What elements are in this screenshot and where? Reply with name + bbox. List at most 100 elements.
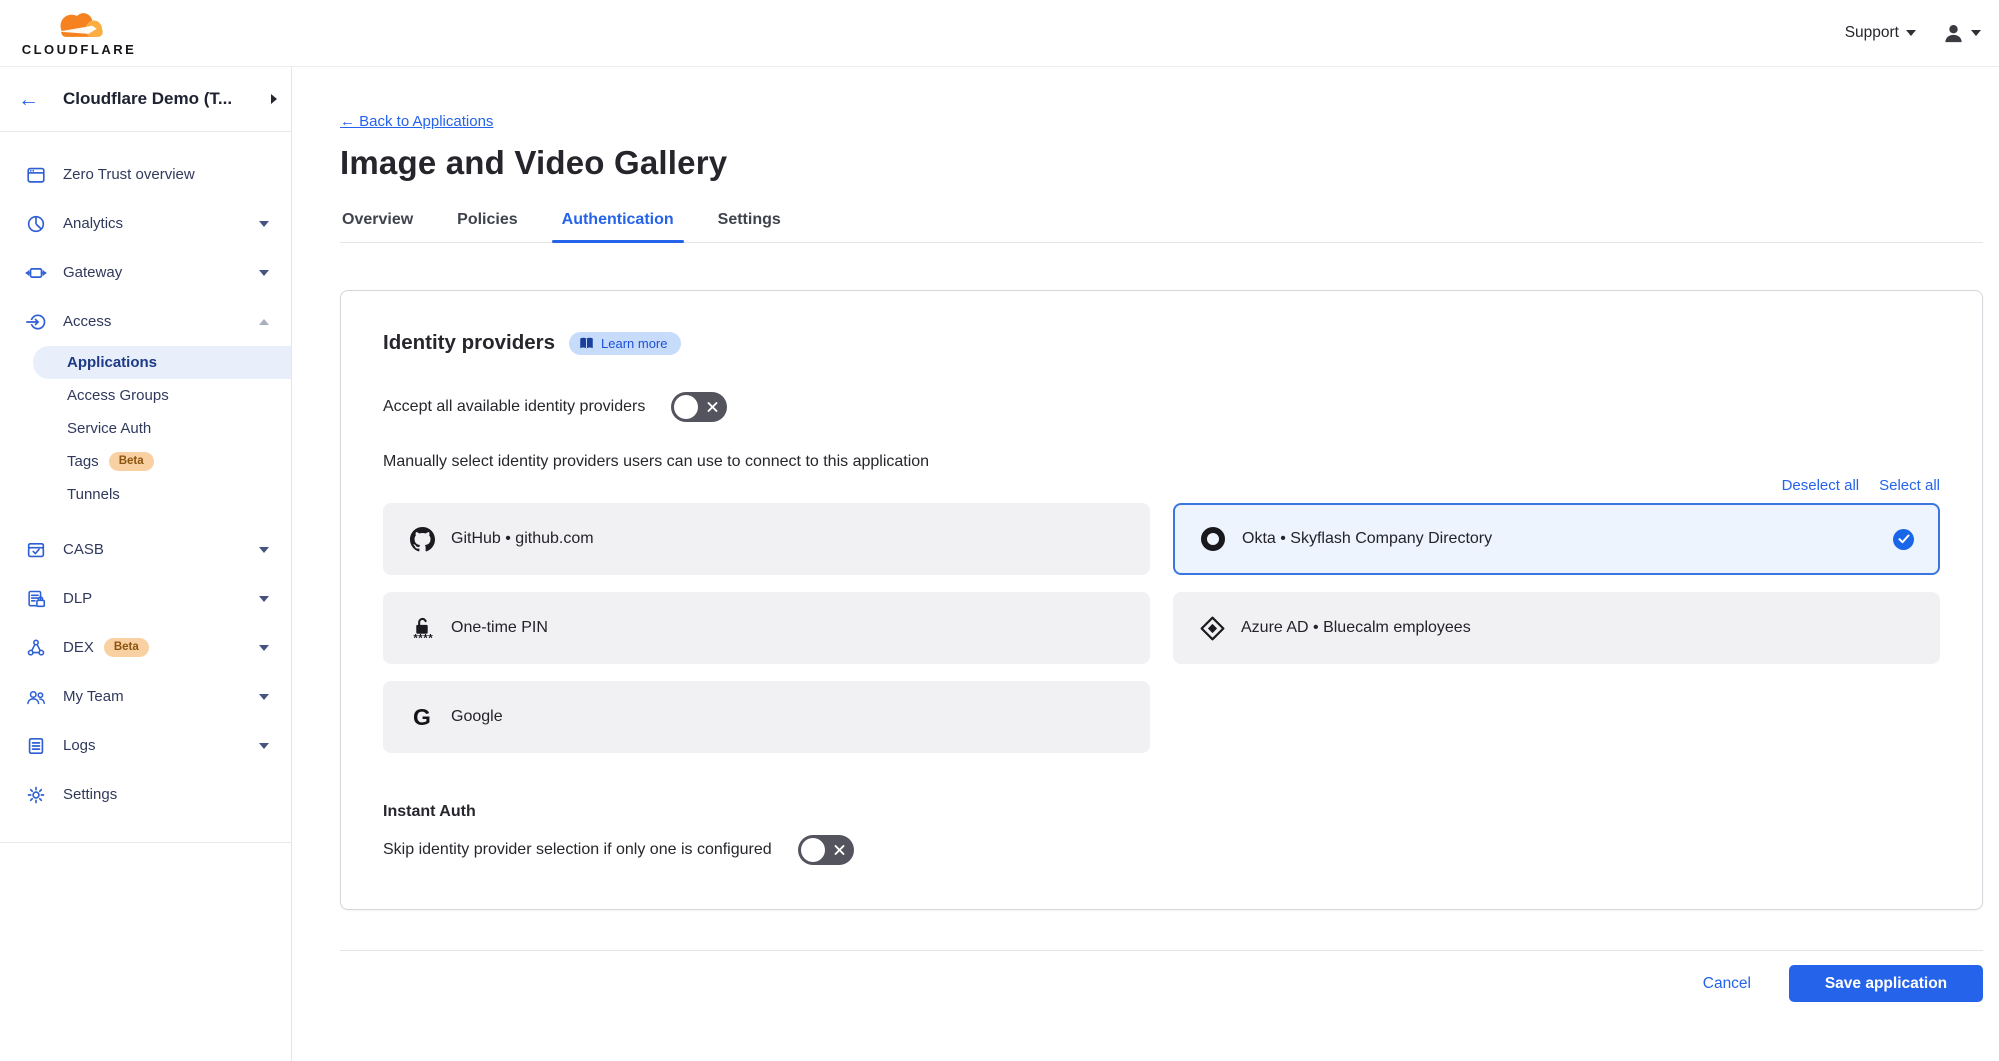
provider-list: GitHub • github.com Okta • Skyflash Comp… [383,503,1940,753]
toggle-x-icon [834,845,845,856]
github-icon [408,527,436,552]
sidebar-item-dex[interactable]: DEX Beta [0,623,291,672]
svg-text:****: **** [413,632,433,642]
sidebar-item-access[interactable]: Access [0,297,291,346]
instant-auth-toggle[interactable] [798,835,854,865]
beta-badge: Beta [104,638,149,658]
sidebar-item-label: Access [63,313,111,330]
sidebar-item-dlp[interactable]: DLP [0,574,291,623]
sidebar-subitem-access-groups[interactable]: Access Groups [0,379,291,412]
sidebar-subitem-label: Tags [67,453,99,470]
back-to-applications-link[interactable]: ← Back to Applications [340,113,493,130]
cloudflare-logo: CLOUDFLARE [15,9,143,57]
provider-label: Okta • Skyflash Company Directory [1242,530,1492,548]
sidebar-nav: Zero Trust overview Analytics Gateway [0,132,291,843]
selected-check-icon [1893,529,1914,550]
dlp-document-lock-icon [24,587,48,611]
brand-wordmark: CLOUDFLARE [22,42,137,57]
sidebar-item-zero-trust-overview[interactable]: Zero Trust overview [0,150,291,199]
cloudflare-cloud-icon [42,9,116,41]
page-title: Image and Video Gallery [340,144,1983,182]
chevron-right-icon[interactable] [271,94,277,104]
tab-bar: Overview Policies Authentication Setting… [340,203,1983,243]
provider-label: One-time PIN [451,619,548,637]
manual-select-label: Manually select identity providers users… [383,453,1940,471]
sidebar-account-header: ← Cloudflare Demo (T... [0,67,291,132]
card-title: Identity providers [383,331,555,355]
azure-ad-icon [1198,616,1226,641]
tab-authentication[interactable]: Authentication [560,203,676,242]
accept-all-toggle[interactable] [671,392,727,422]
casb-box-icon [24,538,48,562]
sidebar-item-label: DEX [63,639,94,656]
team-people-icon [24,685,48,709]
chevron-down-icon [259,596,269,602]
deselect-all-link[interactable]: Deselect all [1782,477,1860,494]
provider-google[interactable]: G Google [383,681,1150,753]
sidebar-item-settings[interactable]: Settings [0,770,291,819]
chevron-down-icon [259,221,269,227]
provider-azure-ad[interactable]: Azure AD • Bluecalm employees [1173,592,1940,664]
sidebar-item-label: My Team [63,688,124,705]
topbar: CLOUDFLARE Support [0,0,1999,67]
sidebar-subitem-label: Applications [67,354,157,371]
provider-label: GitHub • github.com [451,530,594,548]
chevron-down-icon [259,547,269,553]
window-icon [24,163,48,187]
instant-auth-heading: Instant Auth [383,803,1940,821]
chevron-down-icon [1906,30,1916,36]
sidebar-item-label: Analytics [63,215,123,232]
google-icon: G [408,706,436,729]
book-icon [579,337,594,350]
main-content: ← Back to Applications Image and Video G… [292,67,1999,1061]
provider-github[interactable]: GitHub • github.com [383,503,1150,575]
provider-okta[interactable]: Okta • Skyflash Company Directory [1173,503,1940,575]
save-application-button[interactable]: Save application [1789,965,1983,1002]
sidebar-item-label: Gateway [63,264,122,281]
sidebar-divider [0,842,291,843]
learn-more-label: Learn more [601,336,667,351]
footer-divider [340,950,1983,951]
account-menu[interactable] [1942,22,1981,45]
sidebar-item-label: Zero Trust overview [63,166,195,183]
sidebar-item-analytics[interactable]: Analytics [0,199,291,248]
sidebar-item-label: DLP [63,590,92,607]
sidebar-subitem-tags[interactable]: Tags Beta [0,445,291,478]
support-menu[interactable]: Support [1845,24,1916,42]
chevron-down-icon [259,694,269,700]
sidebar-subitem-service-auth[interactable]: Service Auth [0,412,291,445]
select-all-link[interactable]: Select all [1879,477,1940,494]
toggle-knob [674,395,698,419]
dex-network-icon [24,636,48,660]
sidebar-item-gateway[interactable]: Gateway [0,248,291,297]
back-arrow-icon[interactable]: ← [18,89,39,110]
one-time-pin-icon: **** [408,615,436,642]
provider-one-time-pin[interactable]: **** One-time PIN [383,592,1150,664]
sidebar-subitem-applications[interactable]: Applications [33,346,291,379]
cancel-button[interactable]: Cancel [1703,975,1751,993]
tab-overview[interactable]: Overview [340,203,415,242]
sidebar-item-label: CASB [63,541,104,558]
provider-label: Google [451,708,503,726]
toggle-x-icon [707,402,718,413]
logs-document-icon [24,734,48,758]
sidebar-item-my-team[interactable]: My Team [0,672,291,721]
learn-more-link[interactable]: Learn more [569,332,680,355]
sidebar-item-logs[interactable]: Logs [0,721,291,770]
tab-policies[interactable]: Policies [455,203,519,242]
sidebar: ← Cloudflare Demo (T... Zero Trust overv… [0,67,292,1061]
instant-auth-label: Skip identity provider selection if only… [383,841,772,859]
sidebar-item-label: Logs [63,737,96,754]
toggle-knob [801,838,825,862]
tab-settings[interactable]: Settings [716,203,783,242]
okta-icon [1199,527,1227,551]
sidebar-item-casb[interactable]: CASB [0,525,291,574]
sidebar-subitem-tunnels[interactable]: Tunnels [0,478,291,511]
sidebar-subitem-label: Tunnels [67,486,120,503]
sidebar-item-label: Settings [63,786,117,803]
accept-all-label: Accept all available identity providers [383,398,645,416]
chevron-down-icon [259,645,269,651]
account-name: Cloudflare Demo (T... [63,89,271,109]
sidebar-subitem-label: Service Auth [67,420,151,437]
provider-label: Azure AD • Bluecalm employees [1241,619,1471,637]
